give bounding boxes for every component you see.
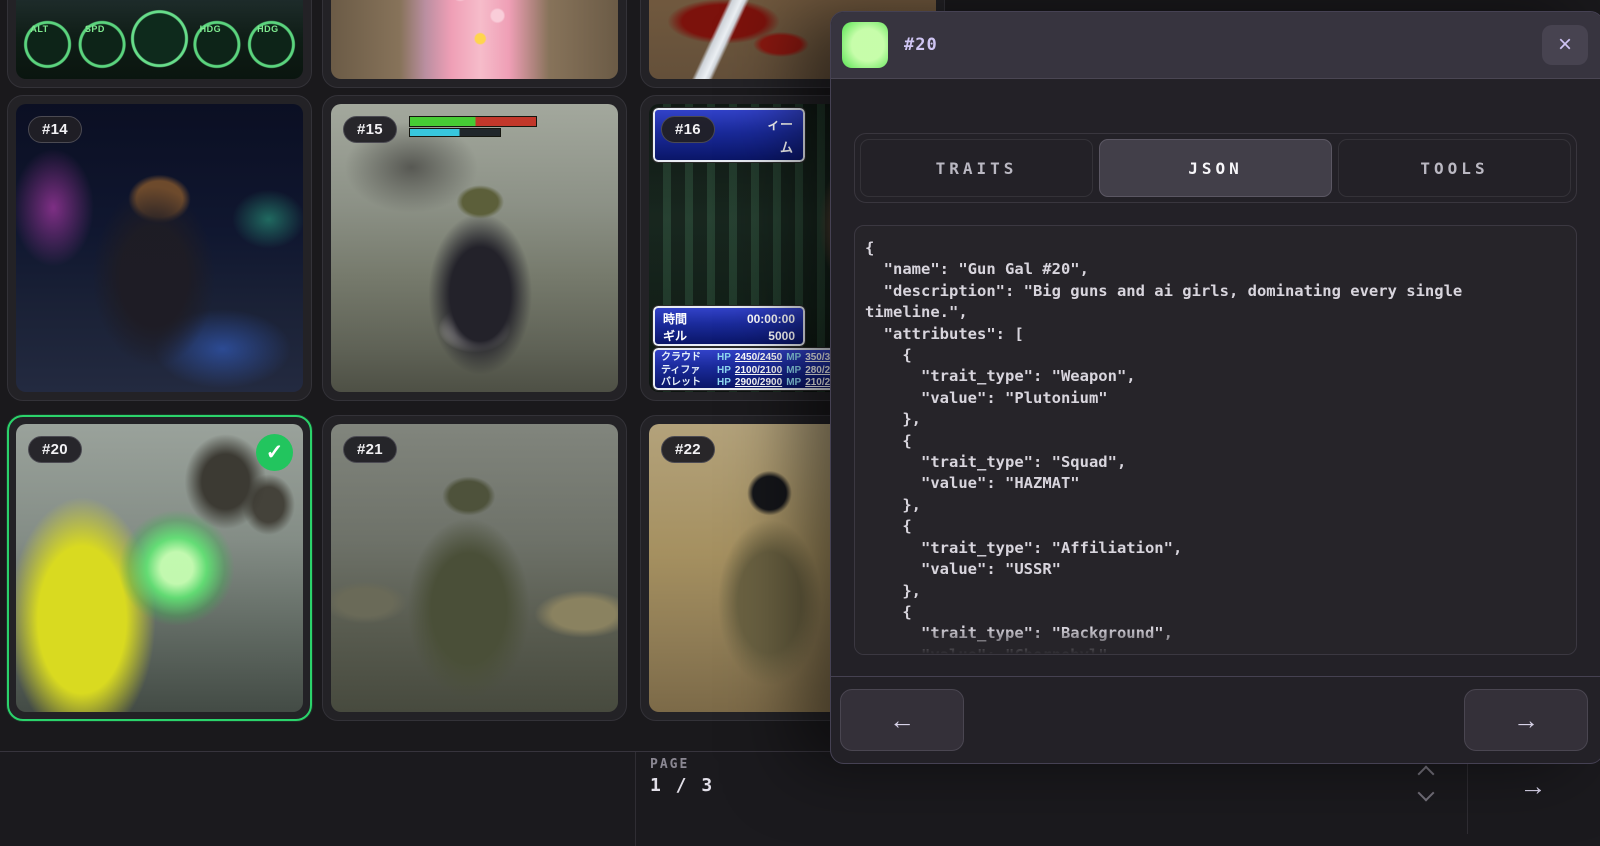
page-label: PAGE (650, 757, 714, 772)
arrow-right-icon: → (1513, 705, 1539, 736)
tab-tools[interactable]: TOOLS (1338, 139, 1571, 197)
nft-card-badge: #21 (343, 436, 397, 463)
detail-panel: #20 × TRAITS JSON TOOLS { "name": "Gun G… (830, 11, 1600, 764)
prev-item-button[interactable]: ← (840, 689, 964, 751)
jrpg-time-gil-box: 時間 00:00:00 ギル 5000 (653, 306, 805, 346)
close-icon: × (1558, 33, 1572, 57)
nft-image-cockpit-gauges: ALT SPD HDG HDG (16, 0, 303, 79)
panel-title: #20 (904, 35, 938, 55)
nft-gallery-app: ALT SPD HDG HDG #14 #15 ィー ム (0, 0, 1600, 846)
nft-image-soldier-town: #21 (331, 424, 618, 712)
selected-check-icon: ✓ (256, 434, 293, 471)
chevron-down-icon[interactable] (1418, 785, 1435, 802)
time-label: 時間 (663, 311, 687, 328)
nft-image-maid-bazooka: #15 (331, 104, 618, 392)
panel-header: #20 × (831, 12, 1600, 79)
nft-card-15[interactable]: #15 (322, 95, 627, 401)
health-bar-hud (409, 116, 537, 137)
bottom-bar: PAGE 1 / 3 → (0, 751, 1600, 846)
nft-card-partial-kimono[interactable] (322, 0, 627, 88)
close-button[interactable]: × (1542, 25, 1588, 65)
stamina-bar (409, 128, 501, 137)
nft-card-21[interactable]: #21 (322, 415, 627, 721)
time-value: 00:00:00 (747, 311, 795, 328)
nft-card-14[interactable]: #14 (7, 95, 312, 401)
panel-thumbnail (842, 22, 888, 68)
json-code-block: { "name": "Gun Gal #20", "description": … (854, 225, 1577, 655)
nft-card-badge: #16 (661, 116, 715, 143)
next-item-button[interactable]: → (1464, 689, 1588, 751)
divider (635, 752, 636, 846)
page-stepper[interactable] (1413, 768, 1439, 799)
json-code-text: { "name": "Gun Gal #20", "description": … (865, 238, 1566, 655)
nft-image-neon-city-girl: #14 (16, 104, 303, 392)
hud-label: HDG (200, 24, 222, 34)
chevron-up-icon[interactable] (1418, 766, 1435, 783)
next-page-button[interactable]: → (1505, 758, 1561, 814)
nft-card-20-selected[interactable]: #20 ✓ (7, 415, 312, 721)
nft-image-kimono-festival (331, 0, 618, 79)
page-value: 1 / 3 (650, 775, 714, 796)
nft-card-badge: #15 (343, 116, 397, 143)
hud-label: ALT (30, 24, 48, 34)
health-bar (409, 116, 537, 127)
hud-label: HDG (257, 24, 279, 34)
nft-card-badge: #20 (28, 436, 82, 463)
divider (1467, 762, 1468, 834)
gil-value: 5000 (768, 328, 795, 345)
tab-json[interactable]: JSON (1099, 139, 1332, 197)
pagination: PAGE 1 / 3 (650, 757, 714, 796)
hud-label: SPD (85, 24, 105, 34)
arrow-left-icon: ← (889, 705, 915, 736)
nft-card-badge: #14 (28, 116, 82, 143)
panel-tabs: TRAITS JSON TOOLS (854, 133, 1577, 203)
divider (831, 676, 1600, 677)
nft-image-hazmat-chernobyl: #20 ✓ (16, 424, 303, 712)
nft-card-badge: #22 (661, 436, 715, 463)
gil-label: ギル (663, 328, 687, 345)
nft-card-partial-cockpit[interactable]: ALT SPD HDG HDG (7, 0, 312, 88)
tab-traits[interactable]: TRAITS (860, 139, 1093, 197)
